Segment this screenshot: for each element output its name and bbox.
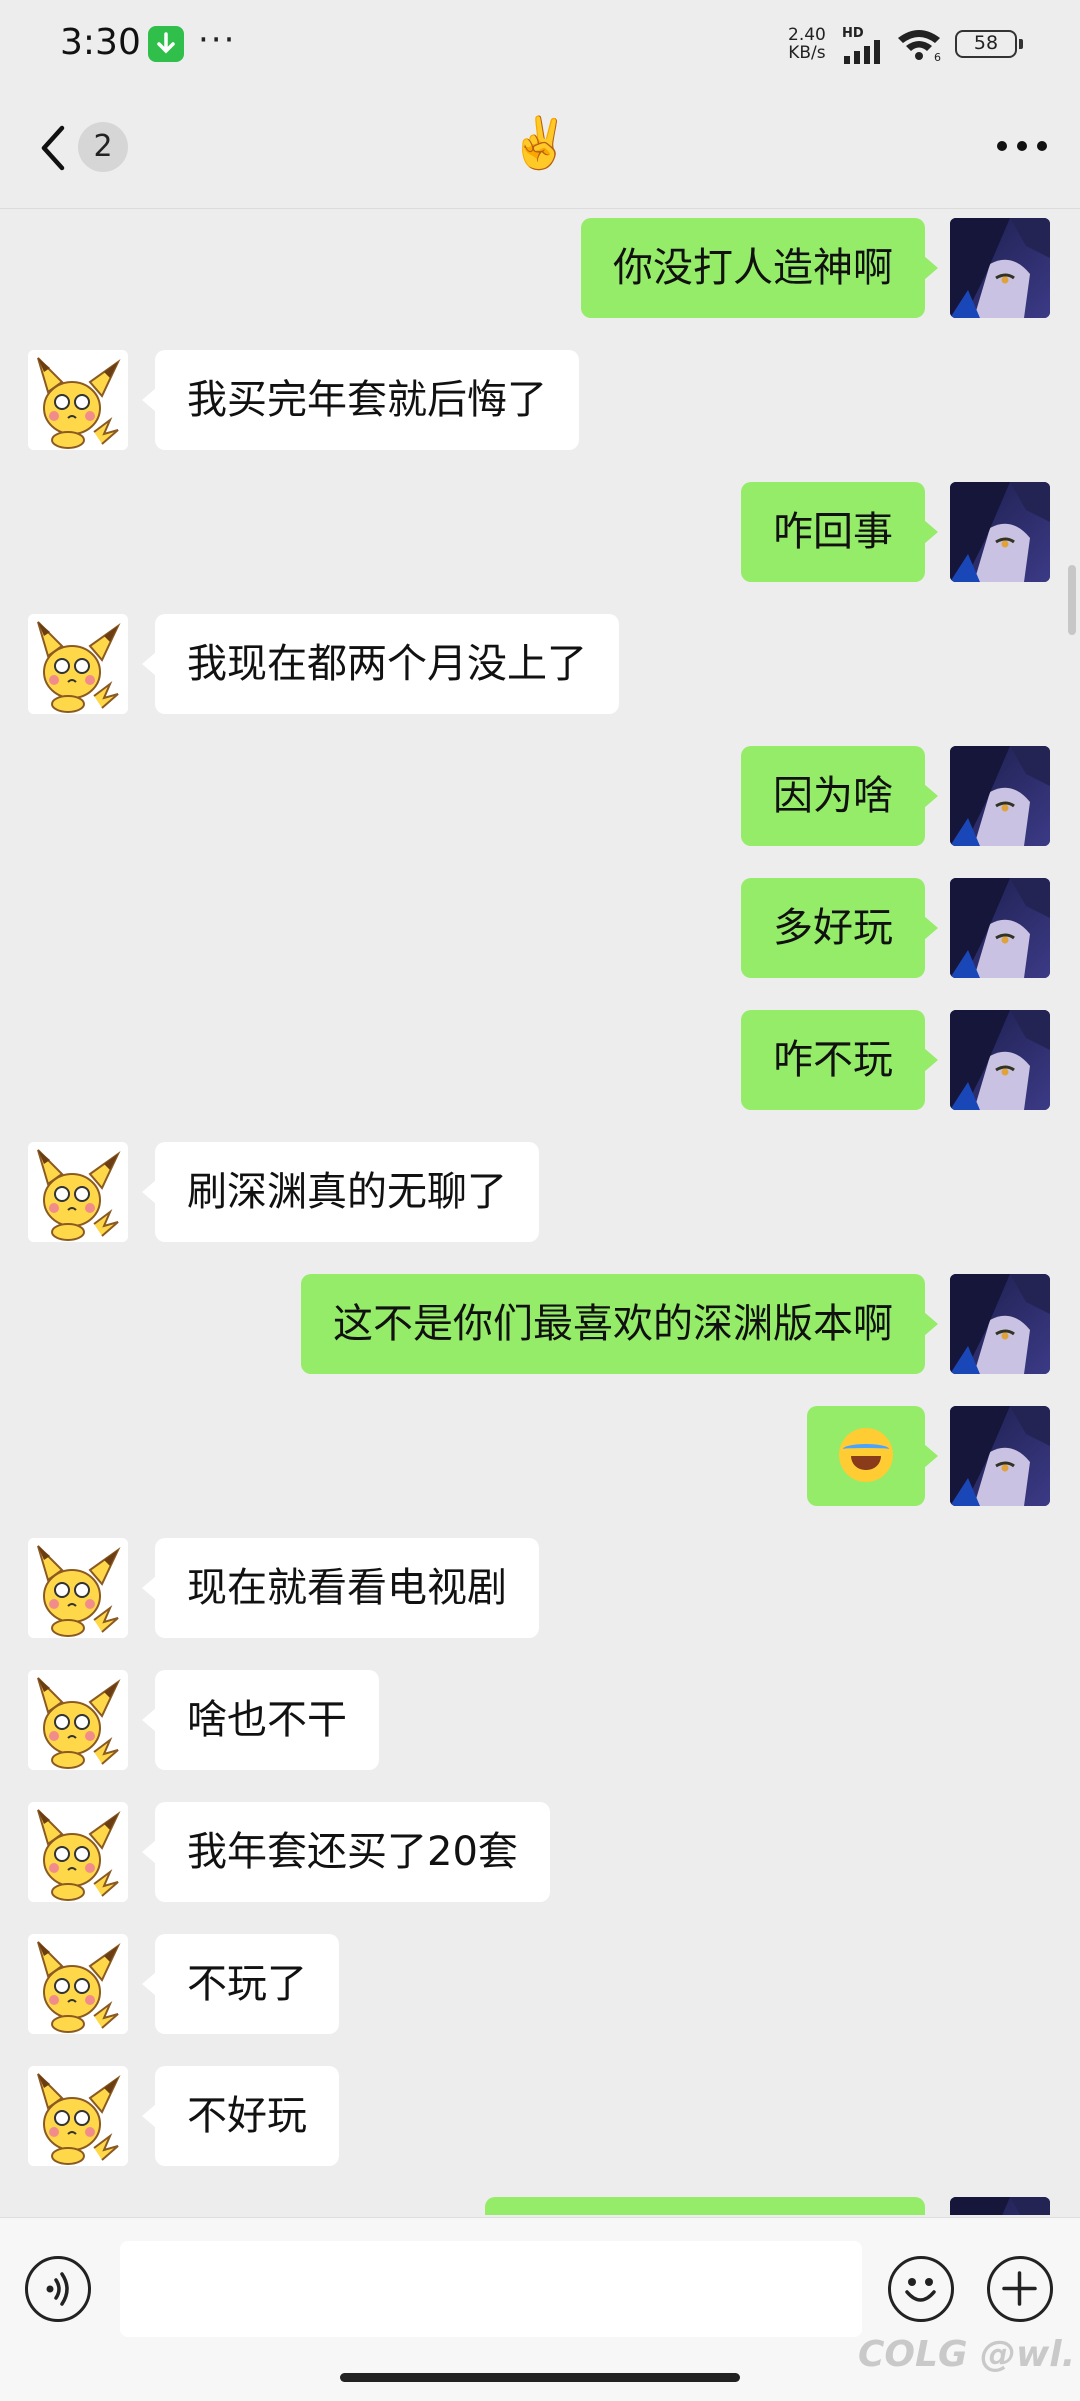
contact-avatar[interactable] — [28, 1670, 128, 1770]
message-text: 你没打人造神啊 — [613, 245, 893, 291]
plus-circle-icon — [1002, 2271, 1037, 2306]
message-received: 啥也不干 — [0, 1670, 1080, 1770]
message-text: 刷深渊真的无聊了 — [187, 1169, 507, 1215]
message-bubble[interactable]: 刷深渊真的无聊了 — [142, 1142, 539, 1242]
message-sent: 你没打人造神啊 — [0, 218, 1080, 318]
chat-messages[interactable]: 你没打人造神啊我买完年套就后悔了咋回事我现在都两个月没上了因为啥多好玩咋不玩刷深… — [0, 209, 1080, 2215]
message-text: 我现在都两个月没上了 — [187, 641, 587, 687]
message-sent — [0, 1406, 1080, 1506]
voice-icon — [46, 2272, 69, 2306]
my-avatar[interactable] — [950, 878, 1050, 978]
contact-avatar[interactable] — [28, 1934, 128, 2034]
chat-header: 2 ✌️ — [0, 90, 1080, 209]
message-sent: 多好玩 — [0, 878, 1080, 978]
more-button[interactable] — [994, 134, 1050, 158]
watermark-logo: COLG @wl. — [858, 2334, 1076, 2375]
scrollbar[interactable] — [1068, 565, 1076, 635]
chat-title: ✌️ — [508, 114, 572, 172]
message-sent: 咋回事 — [0, 482, 1080, 582]
message-bubble[interactable]: 咋回事 — [741, 482, 938, 582]
my-avatar[interactable] — [950, 2197, 1050, 2215]
message-text: 多好玩 — [773, 905, 893, 951]
message-received: 我年套还买了20套 — [0, 1802, 1080, 1902]
partial-message-bubble — [485, 2197, 925, 2215]
message-bubble[interactable]: 啥也不干 — [142, 1670, 379, 1770]
message-text: 啥也不干 — [187, 1697, 347, 1743]
back-button[interactable] — [32, 120, 72, 176]
voice-button[interactable] — [25, 2256, 91, 2322]
message-bubble[interactable] — [807, 1406, 938, 1506]
message-bubble[interactable]: 我年套还买了20套 — [142, 1802, 550, 1902]
contact-avatar[interactable] — [28, 1538, 128, 1638]
contact-avatar[interactable] — [28, 350, 128, 450]
tears-of-joy-emoji-icon — [839, 1428, 893, 1482]
partial-message — [0, 2197, 1080, 2215]
plus-button[interactable] — [987, 2256, 1053, 2322]
message-bubble[interactable]: 多好玩 — [741, 878, 938, 978]
input-bar: COLG @wl. — [0, 2217, 1080, 2401]
message-received: 不好玩 — [0, 2066, 1080, 2166]
chevron-left-icon — [41, 125, 65, 171]
message-sent: 咋不玩 — [0, 1010, 1080, 1110]
network-speed: 2.40 KB/s — [788, 26, 826, 62]
message-bubble[interactable]: 现在就看看电视剧 — [142, 1538, 539, 1638]
my-avatar[interactable] — [950, 1274, 1050, 1374]
contact-avatar[interactable] — [28, 1802, 128, 1902]
message-text: 我买完年套就后悔了 — [187, 377, 547, 423]
emoji-button[interactable] — [888, 2256, 954, 2322]
message-received: 现在就看看电视剧 — [0, 1538, 1080, 1638]
message-bubble[interactable]: 我买完年套就后悔了 — [142, 350, 579, 450]
hd-label: HD — [842, 26, 864, 41]
message-text: 咋回事 — [773, 509, 893, 555]
contact-avatar[interactable] — [28, 2066, 128, 2166]
wifi-label: 6 — [934, 51, 941, 62]
my-avatar[interactable] — [950, 1406, 1050, 1506]
contact-avatar[interactable] — [28, 1142, 128, 1242]
message-bubble[interactable]: 不好玩 — [142, 2066, 339, 2166]
contact-avatar[interactable] — [28, 614, 128, 714]
message-text: 现在就看看电视剧 — [187, 1565, 507, 1611]
my-avatar[interactable] — [950, 218, 1050, 318]
battery-icon: 58 — [955, 30, 1023, 58]
message-bubble[interactable]: 不玩了 — [142, 1934, 339, 2034]
message-text: 因为啥 — [773, 773, 893, 819]
message-received: 我买完年套就后悔了 — [0, 350, 1080, 450]
network-speed-unit: KB/s — [788, 43, 826, 63]
signal-icon — [844, 40, 880, 64]
message-received: 刷深渊真的无聊了 — [0, 1142, 1080, 1242]
message-received: 我现在都两个月没上了 — [0, 614, 1080, 714]
message-bubble[interactable]: 这不是你们最喜欢的深渊版本啊 — [301, 1274, 938, 1374]
home-indicator[interactable] — [340, 2373, 740, 2382]
message-sent: 这不是你们最喜欢的深渊版本啊 — [0, 1274, 1080, 1374]
status-bar: 3:30 ··· 2.40 KB/s HD 6 58 — [0, 0, 1080, 90]
more-notifications-icon: ··· — [198, 20, 237, 60]
status-time: 3:30 — [60, 22, 141, 63]
message-text: 这不是你们最喜欢的深渊版本啊 — [333, 1301, 893, 1347]
message-bubble[interactable]: 我现在都两个月没上了 — [142, 614, 619, 714]
message-text: 不玩了 — [187, 1961, 307, 2007]
message-sent: 因为啥 — [0, 746, 1080, 846]
my-avatar[interactable] — [950, 1010, 1050, 1110]
message-received: 不玩了 — [0, 1934, 1080, 2034]
more-horizontal-icon — [997, 141, 1047, 151]
message-input[interactable] — [120, 2241, 862, 2337]
my-avatar[interactable] — [950, 482, 1050, 582]
message-bubble[interactable]: 你没打人造神啊 — [581, 218, 938, 318]
unread-count-badge[interactable]: 2 — [78, 122, 128, 172]
message-text: 我年套还买了20套 — [187, 1829, 518, 1875]
download-icon — [148, 26, 184, 62]
network-speed-value: 2.40 — [788, 25, 826, 45]
my-avatar[interactable] — [950, 746, 1050, 846]
message-bubble[interactable]: 因为啥 — [741, 746, 938, 846]
message-text: 咋不玩 — [773, 1037, 893, 1083]
message-bubble[interactable]: 咋不玩 — [741, 1010, 938, 1110]
wifi-icon: 6 — [898, 30, 941, 62]
message-text: 不好玩 — [187, 2093, 307, 2139]
smile-icon — [905, 2278, 936, 2302]
